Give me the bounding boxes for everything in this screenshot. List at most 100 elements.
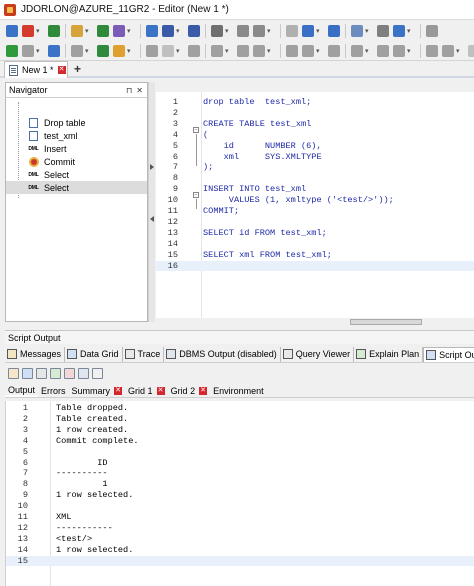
subtab-errors[interactable]: Errors bbox=[38, 386, 69, 396]
connect-icon[interactable] bbox=[22, 25, 34, 37]
dropdown-chevron-icon[interactable]: ▾ bbox=[316, 46, 323, 56]
print-icon[interactable] bbox=[50, 367, 61, 379]
help-icon[interactable] bbox=[393, 25, 405, 37]
grid-icon[interactable] bbox=[146, 25, 158, 37]
navigator-item[interactable]: test_xml bbox=[6, 129, 147, 142]
pin-icon[interactable]: ⊓ bbox=[126, 86, 132, 95]
subtab-environment[interactable]: Environment bbox=[210, 386, 267, 396]
dropdown-chevron-icon[interactable]: ▾ bbox=[127, 26, 134, 36]
navigator-item[interactable]: Commit bbox=[6, 155, 147, 168]
clear-icon[interactable] bbox=[393, 44, 405, 57]
close-tab-icon[interactable]: ✕ bbox=[156, 386, 165, 395]
subtab-output[interactable]: Output bbox=[5, 385, 39, 397]
run-icon[interactable] bbox=[97, 25, 109, 37]
dropdown-chevron-icon[interactable]: ▾ bbox=[365, 26, 372, 36]
copy-icon[interactable] bbox=[253, 25, 265, 37]
panel-splitter[interactable] bbox=[148, 82, 155, 322]
subtab-summary[interactable]: Summary ✕ bbox=[69, 386, 126, 396]
close-tab-icon[interactable]: ✕ bbox=[114, 386, 123, 395]
tab-query-viewer[interactable]: Query Viewer bbox=[281, 346, 355, 362]
settings-icon[interactable] bbox=[377, 25, 389, 37]
dropdown-chevron-icon[interactable]: ▾ bbox=[456, 46, 463, 56]
new-tab-button[interactable]: + bbox=[74, 62, 81, 76]
block-icon[interactable] bbox=[468, 44, 474, 57]
outdent-icon[interactable] bbox=[286, 44, 298, 57]
tab-explain-plan[interactable]: Explain Plan bbox=[354, 346, 424, 362]
fold-toggle-icon[interactable]: − bbox=[193, 192, 199, 198]
options-icon[interactable] bbox=[426, 25, 438, 37]
dropdown-chevron-icon[interactable]: ▾ bbox=[407, 26, 414, 36]
format-icon[interactable] bbox=[188, 44, 200, 57]
dropdown-chevron-icon[interactable]: ▾ bbox=[267, 46, 274, 56]
clear-icon[interactable] bbox=[36, 367, 47, 379]
find-icon[interactable] bbox=[351, 25, 363, 37]
edit-icon[interactable] bbox=[113, 25, 125, 37]
save-all-icon[interactable] bbox=[188, 25, 200, 37]
redo-icon[interactable] bbox=[328, 25, 340, 37]
tab-script-output[interactable]: Script Output bbox=[423, 346, 474, 362]
stop-icon[interactable] bbox=[162, 44, 174, 57]
undo-icon[interactable] bbox=[302, 25, 314, 37]
close-tab-icon[interactable]: ✕ bbox=[57, 66, 66, 74]
dropdown-chevron-icon[interactable]: ▾ bbox=[365, 46, 372, 56]
explain-icon[interactable] bbox=[48, 44, 60, 57]
tab-data-grid[interactable]: Data Grid bbox=[65, 346, 123, 362]
autotrace-icon[interactable] bbox=[97, 44, 109, 57]
case-icon[interactable] bbox=[302, 44, 314, 57]
forward-icon[interactable] bbox=[442, 44, 454, 57]
script-output-text[interactable]: 1 Table dropped. 2 Table created. 3 1 row cre… bbox=[5, 401, 474, 586]
find-icon[interactable] bbox=[78, 367, 89, 379]
uncomment-icon[interactable] bbox=[237, 44, 249, 57]
dropdown-chevron-icon[interactable]: ▾ bbox=[176, 26, 183, 36]
comment-icon[interactable] bbox=[211, 44, 223, 57]
trace-icon[interactable] bbox=[71, 44, 83, 57]
dropdown-chevron-icon[interactable]: ▾ bbox=[316, 26, 323, 36]
execute-script-icon[interactable] bbox=[22, 44, 34, 57]
stop-icon[interactable] bbox=[64, 367, 75, 379]
save-icon[interactable] bbox=[22, 367, 33, 379]
execute-icon[interactable] bbox=[6, 44, 18, 57]
save-icon[interactable] bbox=[162, 25, 174, 37]
horizontal-scrollbar[interactable] bbox=[350, 319, 422, 325]
open-icon[interactable] bbox=[8, 367, 19, 379]
fold-toggle-icon[interactable]: − bbox=[193, 127, 199, 133]
print-icon[interactable] bbox=[211, 25, 223, 37]
indent-icon[interactable] bbox=[253, 44, 265, 57]
sql-icon[interactable] bbox=[48, 25, 60, 37]
tab-dbms-output-disabled[interactable]: DBMS Output (disabled) bbox=[164, 346, 281, 362]
paste-icon[interactable] bbox=[286, 25, 298, 37]
dropdown-chevron-icon[interactable]: ▾ bbox=[407, 46, 414, 56]
rollback-icon[interactable] bbox=[146, 44, 158, 57]
commit-icon[interactable] bbox=[113, 44, 125, 57]
navigator-item[interactable]: Drop table bbox=[6, 116, 147, 129]
close-tab-icon[interactable]: ✕ bbox=[199, 386, 208, 395]
tab-messages[interactable]: Messages bbox=[5, 346, 66, 362]
dropdown-chevron-icon[interactable]: ▾ bbox=[176, 46, 183, 56]
dropdown-chevron-icon[interactable]: ▾ bbox=[127, 46, 134, 56]
close-icon[interactable]: ✕ bbox=[136, 86, 143, 95]
refresh-icon[interactable] bbox=[377, 44, 389, 57]
favorites-icon[interactable] bbox=[351, 44, 363, 57]
window-icon[interactable] bbox=[6, 25, 18, 37]
collapse-arrow-icon[interactable] bbox=[150, 164, 154, 170]
navigator-item[interactable]: DML Select bbox=[6, 168, 147, 181]
dropdown-chevron-icon[interactable]: ▾ bbox=[85, 26, 92, 36]
dropdown-chevron-icon[interactable]: ▾ bbox=[225, 26, 232, 36]
cut-icon[interactable] bbox=[237, 25, 249, 37]
dropdown-chevron-icon[interactable]: ▾ bbox=[85, 46, 92, 56]
dropdown-chevron-icon[interactable]: ▾ bbox=[36, 46, 43, 56]
dropdown-chevron-icon[interactable]: ▾ bbox=[225, 46, 232, 56]
subtab-grid-1[interactable]: Grid 1 ✕ bbox=[125, 386, 168, 396]
expand-arrow-icon[interactable] bbox=[150, 216, 154, 222]
wrap-icon[interactable] bbox=[92, 367, 103, 379]
navigator-item[interactable]: DML Insert bbox=[6, 142, 147, 155]
subtab-grid-2[interactable]: Grid 2 ✕ bbox=[168, 386, 211, 396]
navigator-item[interactable]: DML Select bbox=[6, 181, 147, 194]
back-icon[interactable] bbox=[426, 44, 438, 57]
sql-editor[interactable]: 1 drop table test_xml; 2 3 CREATE TABLE test… bbox=[156, 92, 474, 318]
tab-trace[interactable]: Trace bbox=[123, 346, 165, 362]
history-icon[interactable] bbox=[328, 44, 340, 57]
dropdown-chevron-icon[interactable]: ▾ bbox=[267, 26, 274, 36]
tab-new-1[interactable]: New 1 * ✕ bbox=[4, 61, 68, 78]
open-folder-icon[interactable] bbox=[71, 25, 83, 37]
